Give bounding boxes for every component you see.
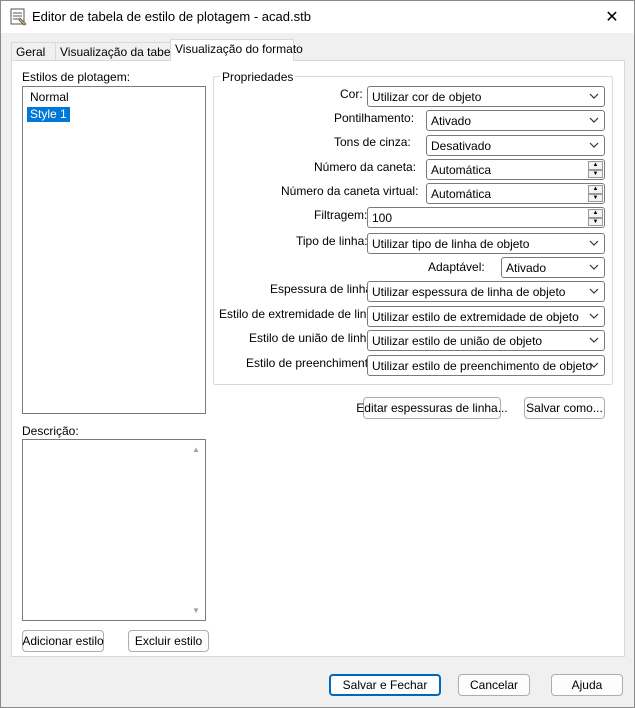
chevron-down-icon — [589, 264, 599, 270]
linetype-select[interactable]: Utilizar tipo de linha de objeto — [367, 233, 605, 254]
adaptive-select[interactable]: Ativado — [501, 257, 605, 278]
button-label: Adicionar estilo — [22, 634, 104, 648]
adaptive-value: Ativado — [506, 261, 547, 275]
lineweight-label: Espessura de linha: — [270, 282, 376, 296]
dither-value: Ativado — [431, 114, 472, 128]
tab-visualizacao-tabela[interactable]: Visualização da tabela — [55, 42, 180, 61]
plot-styles-label: Estilos de plotagem: — [22, 70, 131, 84]
button-label: Salvar e Fechar — [342, 678, 428, 692]
spin-arrows[interactable]: ▲ ▼ — [588, 209, 603, 226]
list-item-label: Style 1 — [30, 107, 67, 121]
chevron-down-icon — [589, 117, 599, 123]
tab-visualizacao-formato[interactable]: Visualização do formato — [170, 39, 303, 61]
lineweight-select[interactable]: Utilizar espessura de linha de objeto — [367, 281, 605, 302]
chevron-down-icon — [589, 93, 599, 99]
color-select[interactable]: Utilizar cor de objeto — [367, 86, 605, 107]
fill-style-select[interactable]: Utilizar estilo de preenchimento de obje… — [367, 355, 605, 376]
color-label: Cor: — [340, 87, 363, 101]
screening-stepper[interactable]: 100 ▲ ▼ — [367, 207, 605, 228]
scroll-down-icon[interactable]: ▼ — [191, 606, 201, 615]
plot-styles-list[interactable]: Normal Style 1 — [22, 86, 206, 414]
button-label: Ajuda — [571, 678, 603, 692]
grayscale-value: Desativado — [431, 139, 492, 153]
dialog-window: Editor de tabela de estilo de plotagem -… — [0, 0, 635, 708]
spin-up-icon[interactable]: ▲ — [588, 161, 603, 170]
fill-style-label: Estilo de preenchimento: — [246, 356, 379, 370]
close-icon: ✕ — [605, 9, 619, 26]
window-title: Editor de tabela de estilo de plotagem -… — [32, 9, 311, 24]
list-item[interactable]: Normal — [27, 90, 72, 105]
chevron-down-icon — [589, 288, 599, 294]
screening-value: 100 — [372, 211, 393, 225]
pen-number-stepper[interactable]: Automática ▲ ▼ — [426, 159, 605, 180]
spin-down-icon[interactable]: ▼ — [588, 217, 603, 226]
virtual-pen-label: Número da caneta virtual: — [281, 184, 419, 198]
tab-label: Geral — [16, 45, 46, 59]
plot-style-table-icon — [10, 8, 27, 26]
chevron-down-icon — [589, 362, 599, 368]
grayscale-select[interactable]: Desativado — [426, 135, 605, 156]
description-label: Descrição: — [22, 424, 79, 438]
line-end-label: Estilo de extremidade de linha: — [219, 307, 384, 321]
line-join-select[interactable]: Utilizar estilo de união de objeto — [367, 330, 605, 351]
save-as-button[interactable]: Salvar como... — [524, 397, 605, 419]
cancel-button[interactable]: Cancelar — [458, 674, 530, 696]
tab-label: Visualização do formato — [175, 42, 303, 56]
button-label: Excluir estilo — [134, 634, 203, 648]
tab-label: Visualização da tabela — [60, 45, 180, 59]
linetype-value: Utilizar tipo de linha de objeto — [372, 237, 530, 251]
lineweight-value: Utilizar espessura de linha de objeto — [372, 285, 566, 299]
delete-style-button[interactable]: Excluir estilo — [128, 630, 209, 652]
spin-arrows[interactable]: ▲ ▼ — [588, 161, 603, 178]
close-button[interactable]: ✕ — [590, 1, 634, 33]
virtual-pen-value: Automática — [431, 187, 492, 201]
spin-up-icon[interactable]: ▲ — [588, 185, 603, 194]
button-label: Cancelar — [469, 678, 519, 692]
chevron-down-icon — [589, 142, 599, 148]
properties-group-title: Propriedades — [220, 70, 296, 84]
dither-label: Pontilhamento: — [334, 111, 415, 125]
chevron-down-icon — [589, 313, 599, 319]
scroll-up-icon[interactable]: ▲ — [191, 445, 201, 454]
screening-label: Filtragem: — [314, 208, 368, 222]
button-label: Editar espessuras de linha... — [356, 401, 508, 415]
list-item-label: Normal — [30, 90, 69, 104]
help-button[interactable]: Ajuda — [551, 674, 623, 696]
list-item[interactable]: Style 1 — [27, 107, 70, 122]
adaptive-label: Adaptável: — [428, 260, 485, 274]
title-bar: Editor de tabela de estilo de plotagem -… — [1, 1, 634, 33]
tab-geral[interactable]: Geral — [11, 42, 56, 61]
description-textarea[interactable]: ▲ ▼ — [22, 439, 206, 621]
line-end-select[interactable]: Utilizar estilo de extremidade de objeto — [367, 306, 605, 327]
fill-style-value: Utilizar estilo de preenchimento de obje… — [372, 359, 593, 373]
spin-down-icon[interactable]: ▼ — [588, 169, 603, 178]
button-label: Salvar como... — [526, 401, 603, 415]
line-end-value: Utilizar estilo de extremidade de objeto — [372, 310, 579, 324]
spin-up-icon[interactable]: ▲ — [588, 209, 603, 218]
pen-number-value: Automática — [431, 163, 492, 177]
chevron-down-icon — [589, 337, 599, 343]
virtual-pen-stepper[interactable]: Automática ▲ ▼ — [426, 183, 605, 204]
linetype-label: Tipo de linha: — [296, 234, 368, 248]
grayscale-label: Tons de cinza: — [334, 135, 411, 149]
description-scrollbar[interactable]: ▲ ▼ — [189, 441, 204, 619]
color-value: Utilizar cor de objeto — [372, 90, 482, 104]
add-style-button[interactable]: Adicionar estilo — [22, 630, 104, 652]
spin-arrows[interactable]: ▲ ▼ — [588, 185, 603, 202]
save-close-button[interactable]: Salvar e Fechar — [329, 674, 441, 696]
pen-number-label: Número da caneta: — [314, 160, 417, 174]
chevron-down-icon — [589, 240, 599, 246]
spin-down-icon[interactable]: ▼ — [588, 193, 603, 202]
line-join-value: Utilizar estilo de união de objeto — [372, 334, 543, 348]
line-join-label: Estilo de união de linha: — [249, 331, 377, 345]
dither-select[interactable]: Ativado — [426, 110, 605, 131]
edit-lineweights-button[interactable]: Editar espessuras de linha... — [356, 397, 508, 419]
